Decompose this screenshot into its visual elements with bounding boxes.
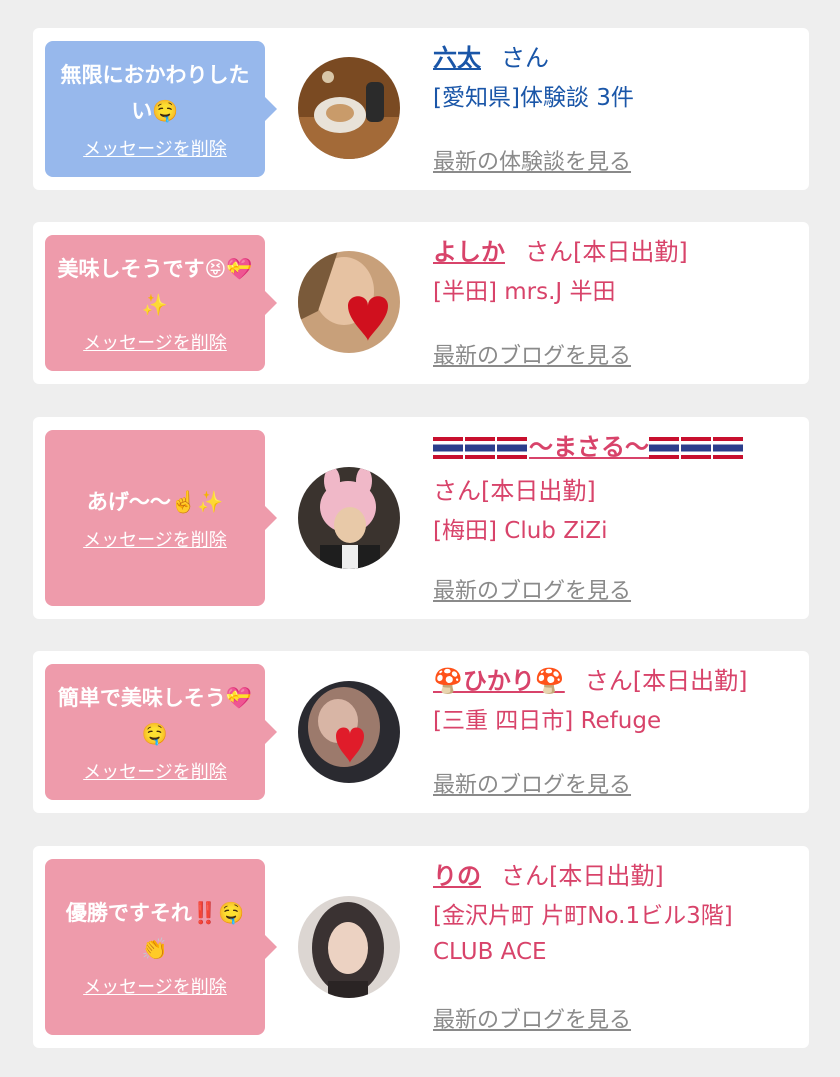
user-info: 🍄ひかり🍄 さん[本日出勤] [三重 四日市] Refuge: [433, 663, 798, 739]
latest-link[interactable]: 最新のブログを見る: [433, 338, 631, 370]
delete-message-link[interactable]: メッセージを削除: [83, 135, 227, 161]
user-card: 簡単で美味しそう💝🤤 メッセージを削除 🍄ひかり🍄 さん[本日出勤] [三重 四日…: [33, 651, 809, 813]
portrait-photo-avatar[interactable]: [298, 896, 400, 998]
user-info: りの さん[本日出勤] [金沢片町 片町No.1ビル3階] CLUB ACE: [433, 858, 798, 970]
user-name-link[interactable]: 六太: [433, 44, 481, 72]
food-photo-avatar[interactable]: [298, 57, 400, 159]
honorific: さん[本日出勤]: [433, 477, 596, 505]
message-bubble: 美味しそうです😝💝✨ メッセージを削除: [45, 235, 277, 371]
user-name-link[interactable]: よしか: [433, 238, 505, 266]
honorific: さん: [501, 44, 549, 72]
thai-flag-icon: [433, 437, 463, 459]
honorific: さん[本日出勤]: [525, 238, 688, 266]
bunny-hat-photo-avatar[interactable]: [298, 467, 400, 569]
user-name-link[interactable]: りの: [433, 862, 481, 890]
user-card: 無限におかわりしたい🤤 メッセージを削除 六太 さん [愛知県]体験談 3件 最新…: [33, 28, 809, 190]
latest-link[interactable]: 最新のブログを見る: [433, 1002, 631, 1034]
honorific: さん[本日出勤]: [584, 667, 748, 695]
delete-message-link[interactable]: メッセージを削除: [83, 329, 227, 355]
shop-info: [金沢片町 片町No.1ビル3階] CLUB ACE: [433, 903, 733, 965]
user-info: よしか さん[本日出勤] [半田] mrs.J 半田: [433, 234, 798, 310]
message-text: あげ〜〜☝️✨: [86, 490, 224, 514]
honorific: さん[本日出勤]: [501, 862, 664, 890]
shop-info: [三重 四日市] Refuge: [433, 708, 662, 734]
user-name-link[interactable]: 🍄ひかり🍄: [433, 667, 565, 695]
message-bubble: 簡単で美味しそう💝🤤 メッセージを削除: [45, 664, 277, 800]
delete-message-link[interactable]: メッセージを削除: [83, 526, 227, 552]
latest-link[interactable]: 最新のブログを見る: [433, 573, 631, 605]
user-card: あげ〜〜☝️✨ メッセージを削除 〜まさる〜 さん[本日出勤] [梅田] Clu…: [33, 417, 809, 619]
latest-link[interactable]: 最新の体験談を見る: [433, 144, 631, 176]
message-text: 簡単で美味しそう💝🤤: [57, 686, 253, 746]
user-card: 美味しそうです😝💝✨ メッセージを削除 よしか さん[本日出勤] [半田] mrs…: [33, 222, 809, 384]
thai-flag-icon: [713, 437, 743, 459]
thai-flag-icon: [465, 437, 495, 459]
delete-message-link[interactable]: メッセージを削除: [83, 758, 227, 784]
message-bubble: 優勝ですそれ‼️🤤👏 メッセージを削除: [45, 859, 277, 1035]
thai-flag-icon: [497, 437, 527, 459]
delete-message-link[interactable]: メッセージを削除: [83, 973, 227, 999]
user-info: 〜まさる〜 さん[本日出勤] [梅田] Club ZiZi: [433, 429, 798, 549]
latest-link[interactable]: 最新のブログを見る: [433, 767, 631, 799]
thai-flag-icon: [681, 437, 711, 459]
heart-face-photo-avatar[interactable]: [298, 681, 400, 783]
heart-photo-avatar[interactable]: [298, 251, 400, 353]
message-text: 優勝ですそれ‼️🤤👏: [65, 901, 245, 961]
message-bubble: 無限におかわりしたい🤤 メッセージを削除: [45, 41, 277, 177]
message-text: 無限におかわりしたい🤤: [60, 63, 250, 123]
shop-info: [梅田] Club ZiZi: [433, 518, 608, 544]
thai-flag-icon: [649, 437, 679, 459]
user-card: 優勝ですそれ‼️🤤👏 メッセージを削除 りの さん[本日出勤] [金沢片町 片町N…: [33, 846, 809, 1048]
message-bubble: あげ〜〜☝️✨ メッセージを削除: [45, 430, 277, 606]
message-text: 美味しそうです😝💝✨: [57, 257, 253, 317]
shop-info: [愛知県]体験談 3件: [433, 85, 634, 111]
shop-info: [半田] mrs.J 半田: [433, 279, 616, 305]
user-info: 六太 さん [愛知県]体験談 3件: [433, 40, 798, 116]
user-name-link[interactable]: 〜まさる〜: [433, 433, 745, 461]
